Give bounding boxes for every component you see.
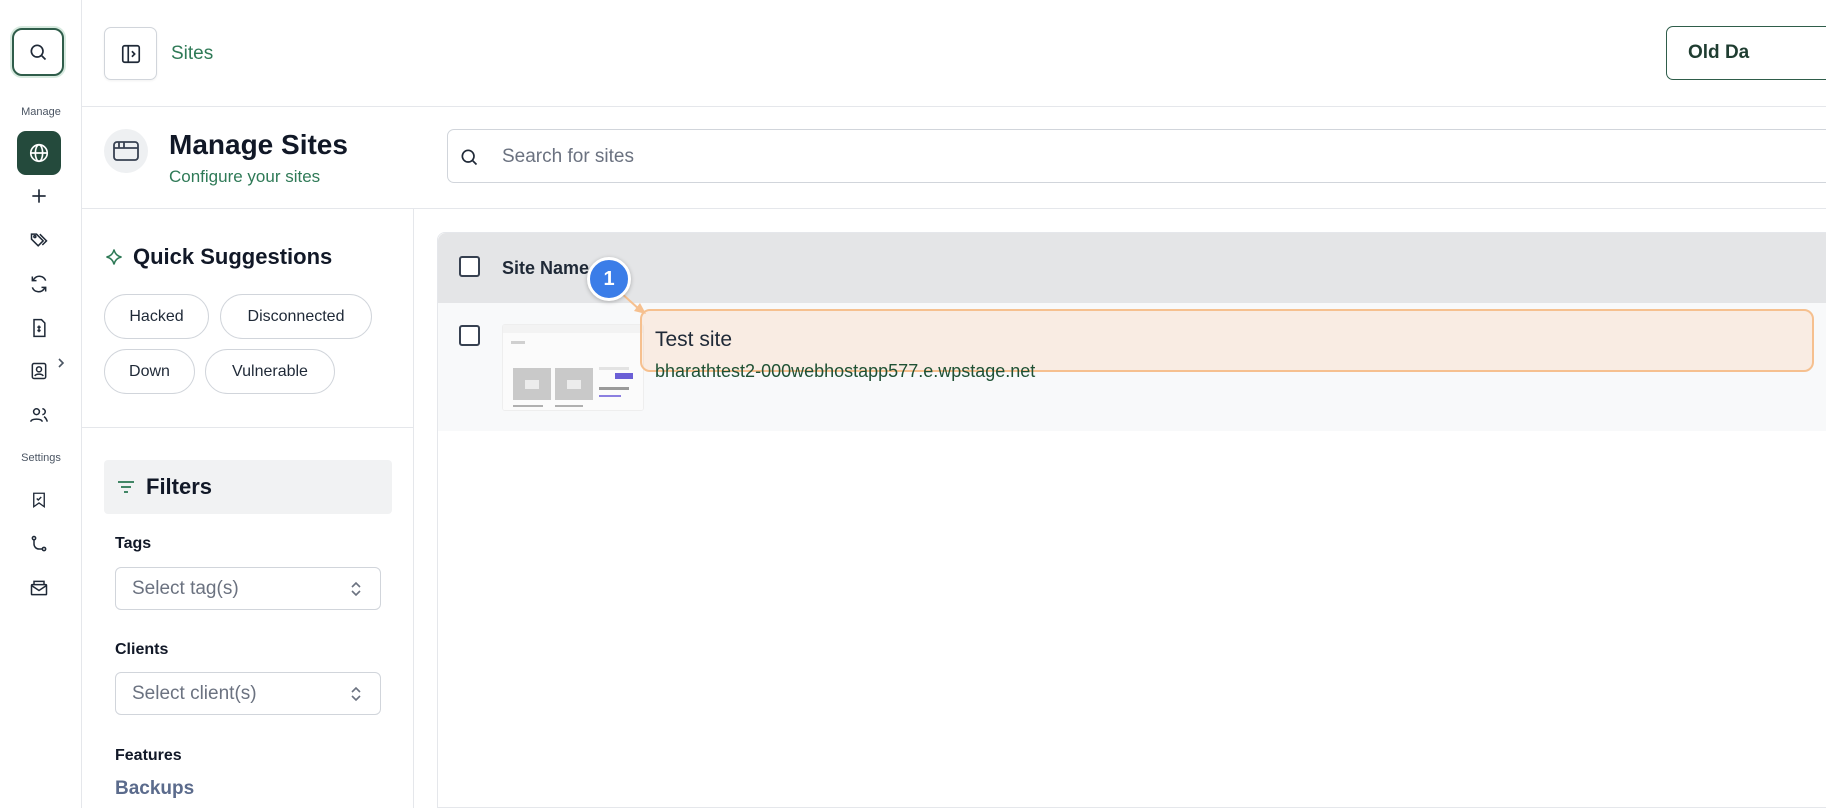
rail-bookmark-button[interactable]: [17, 478, 61, 522]
users-icon: [29, 408, 49, 423]
tags-label: Tags: [115, 535, 152, 552]
sidebar-toggle-button[interactable]: [104, 27, 157, 80]
browser-window-icon: [113, 141, 139, 161]
chevron-updown-icon: [351, 581, 361, 597]
left-panel-divider: [413, 209, 414, 808]
rail-integrations-button[interactable]: [17, 522, 61, 566]
step-marker: 1: [587, 257, 631, 301]
old-dashboard-button[interactable]: Old Da: [1666, 26, 1826, 80]
tags-select[interactable]: Select tag(s): [115, 567, 381, 610]
tags-icon: [30, 233, 48, 247]
branch-icon: [31, 535, 47, 552]
select-all-checkbox[interactable]: [459, 256, 480, 277]
rail-sync-button[interactable]: [17, 262, 61, 306]
sparkle-icon: [106, 249, 122, 265]
feature-backups[interactable]: Backups: [115, 778, 194, 800]
page-header-icon: [104, 129, 148, 173]
sync-icon: [31, 275, 47, 293]
chip-hacked[interactable]: Hacked: [104, 294, 209, 339]
site-name[interactable]: Test site: [655, 328, 732, 352]
search-icon: [30, 44, 47, 61]
row-checkbox[interactable]: [459, 325, 480, 346]
site-url[interactable]: bharathtest2-000webhostapp577.e.wpstage.…: [655, 361, 1035, 382]
filters-title: Filters: [146, 474, 213, 499]
page-title: Manage Sites: [169, 129, 348, 160]
column-site-name[interactable]: Site Name: [502, 258, 589, 279]
top-bar: Sites: [82, 0, 1826, 107]
quick-suggestions-heading: Quick Suggestions: [104, 244, 332, 270]
left-rail: Manage Settings: [0, 0, 82, 808]
page-subtitle: Configure your sites: [169, 167, 321, 186]
rail-mail-button[interactable]: [17, 566, 61, 610]
mail-inbox-icon: [30, 580, 48, 596]
rail-users-button[interactable]: [17, 393, 61, 437]
table-header: Site Name: [438, 233, 1826, 303]
site-search-input[interactable]: [502, 140, 1402, 174]
clients-select[interactable]: Select client(s): [115, 672, 381, 715]
rail-search-button[interactable]: [12, 28, 64, 76]
header-divider: [82, 208, 1826, 209]
bookmark-icon: [33, 492, 45, 509]
tags-select-placeholder: Select tag(s): [132, 577, 239, 599]
rail-clients-button[interactable]: [17, 349, 61, 393]
globe-icon: [29, 143, 49, 163]
report-icon: [33, 318, 46, 338]
clients-select-placeholder: Select client(s): [132, 682, 257, 704]
site-thumbnail[interactable]: [502, 324, 644, 411]
left-panel-separator: [82, 427, 413, 428]
search-icon: [461, 149, 478, 166]
rail-sites-button[interactable]: [17, 131, 61, 175]
filter-lines-icon: [118, 481, 134, 493]
rail-section-settings: Settings: [21, 452, 61, 464]
rail-section-manage: Manage: [21, 106, 61, 118]
chip-vulnerable[interactable]: Vulnerable: [205, 349, 335, 394]
clients-label: Clients: [115, 641, 169, 658]
chip-down[interactable]: Down: [104, 349, 195, 394]
breadcrumb-sites[interactable]: Sites: [171, 43, 213, 65]
filters-header[interactable]: Filters: [104, 460, 392, 514]
site-search-box[interactable]: [447, 129, 1826, 183]
chevron-updown-icon: [351, 686, 361, 702]
plus-icon: [32, 189, 46, 203]
features-label: Features: [115, 747, 182, 764]
rail-tags-button[interactable]: [17, 218, 61, 262]
contact-badge-icon: [31, 362, 47, 380]
rail-reports-button[interactable]: [17, 306, 61, 350]
rail-add-site-button[interactable]: [17, 174, 61, 218]
chip-disconnected[interactable]: Disconnected: [220, 294, 372, 339]
site-preview-image: [503, 325, 643, 410]
quick-suggestions-title: Quick Suggestions: [133, 244, 333, 269]
sidebar-toggle-icon: [121, 44, 140, 63]
